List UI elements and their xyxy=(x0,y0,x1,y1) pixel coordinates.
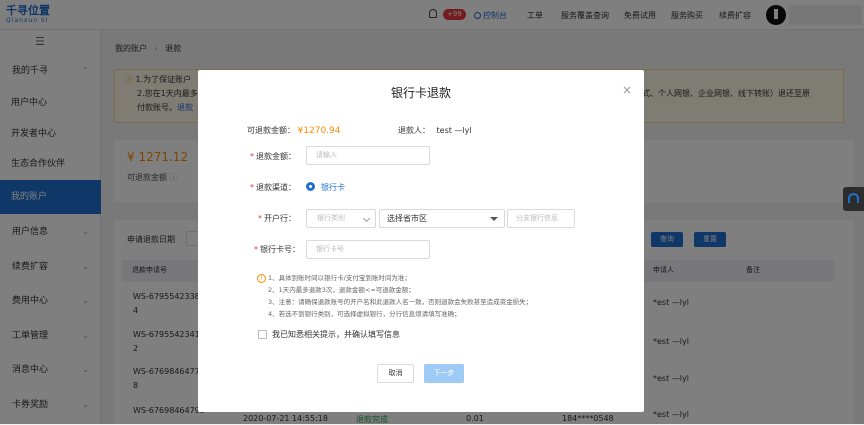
refunder-label: 退款人： xyxy=(398,126,430,135)
cancel-button[interactable]: 取消 xyxy=(377,364,414,383)
refundable-label: 可退款金额： xyxy=(247,126,295,135)
amount-field-label: * 退款金额： xyxy=(250,152,296,161)
channel-radio[interactable] xyxy=(306,182,315,191)
support-headset-icon[interactable] xyxy=(843,187,864,211)
card-number-input[interactable]: 银行卡号 xyxy=(306,240,430,259)
warning-icon: ! xyxy=(257,274,266,283)
channel-option-label[interactable]: 银行卡 xyxy=(321,182,345,193)
branch-input[interactable]: 分支银行信息 xyxy=(507,209,575,228)
card-field-label: * 银行卡号： xyxy=(254,245,300,254)
tip-item: 2、1天内最多退款3次，退款金额<=可退款金额； xyxy=(268,286,415,294)
tips-list: 1、具体到账时间以银行卡/支付宝到账时间为准； 2、1天内最多退款3次，退款金额… xyxy=(268,272,532,320)
refundable-amount-row: 可退款金额： ¥1270.94 xyxy=(247,125,341,136)
refund-amount-input[interactable]: 请输入 xyxy=(306,146,430,165)
region-select[interactable]: 选择省市区 xyxy=(379,209,505,228)
bank-refund-modal: 银行卡退款 × 可退款金额： ¥1270.94 退款人： test —lyl *… xyxy=(198,70,644,412)
refunder-value: test —lyl xyxy=(436,126,472,135)
close-icon[interactable]: × xyxy=(622,83,632,97)
tip-item: 4、若选不到银行类别，可选择虚拟银行，分行信息烦请填写准确； xyxy=(268,310,461,318)
next-button[interactable]: 下一步 xyxy=(424,364,464,383)
tip-item: 3、注意：请确保退款账号的开户名和此退款人名一致，否则退款会失败甚至造成资金损失… xyxy=(268,298,533,306)
bank-field-label: * 开户行： xyxy=(258,214,296,223)
refunder-row: 退款人： test —lyl xyxy=(398,125,472,136)
chevron-down-icon xyxy=(362,214,371,223)
modal-title: 银行卡退款 xyxy=(390,86,451,100)
refundable-value: ¥1270.94 xyxy=(297,126,341,136)
bank-type-select[interactable]: 银行类别 xyxy=(306,209,376,228)
channel-field-label: * 退款渠道： xyxy=(250,183,296,192)
confirm-checkbox[interactable] xyxy=(258,330,267,339)
tip-item: 1、具体到账时间以银行卡/支付宝到账时间为准； xyxy=(268,274,411,282)
confirm-label[interactable]: 我已知悉相关提示，并确认填写信息 xyxy=(272,329,400,340)
caret-down-icon xyxy=(490,217,498,221)
